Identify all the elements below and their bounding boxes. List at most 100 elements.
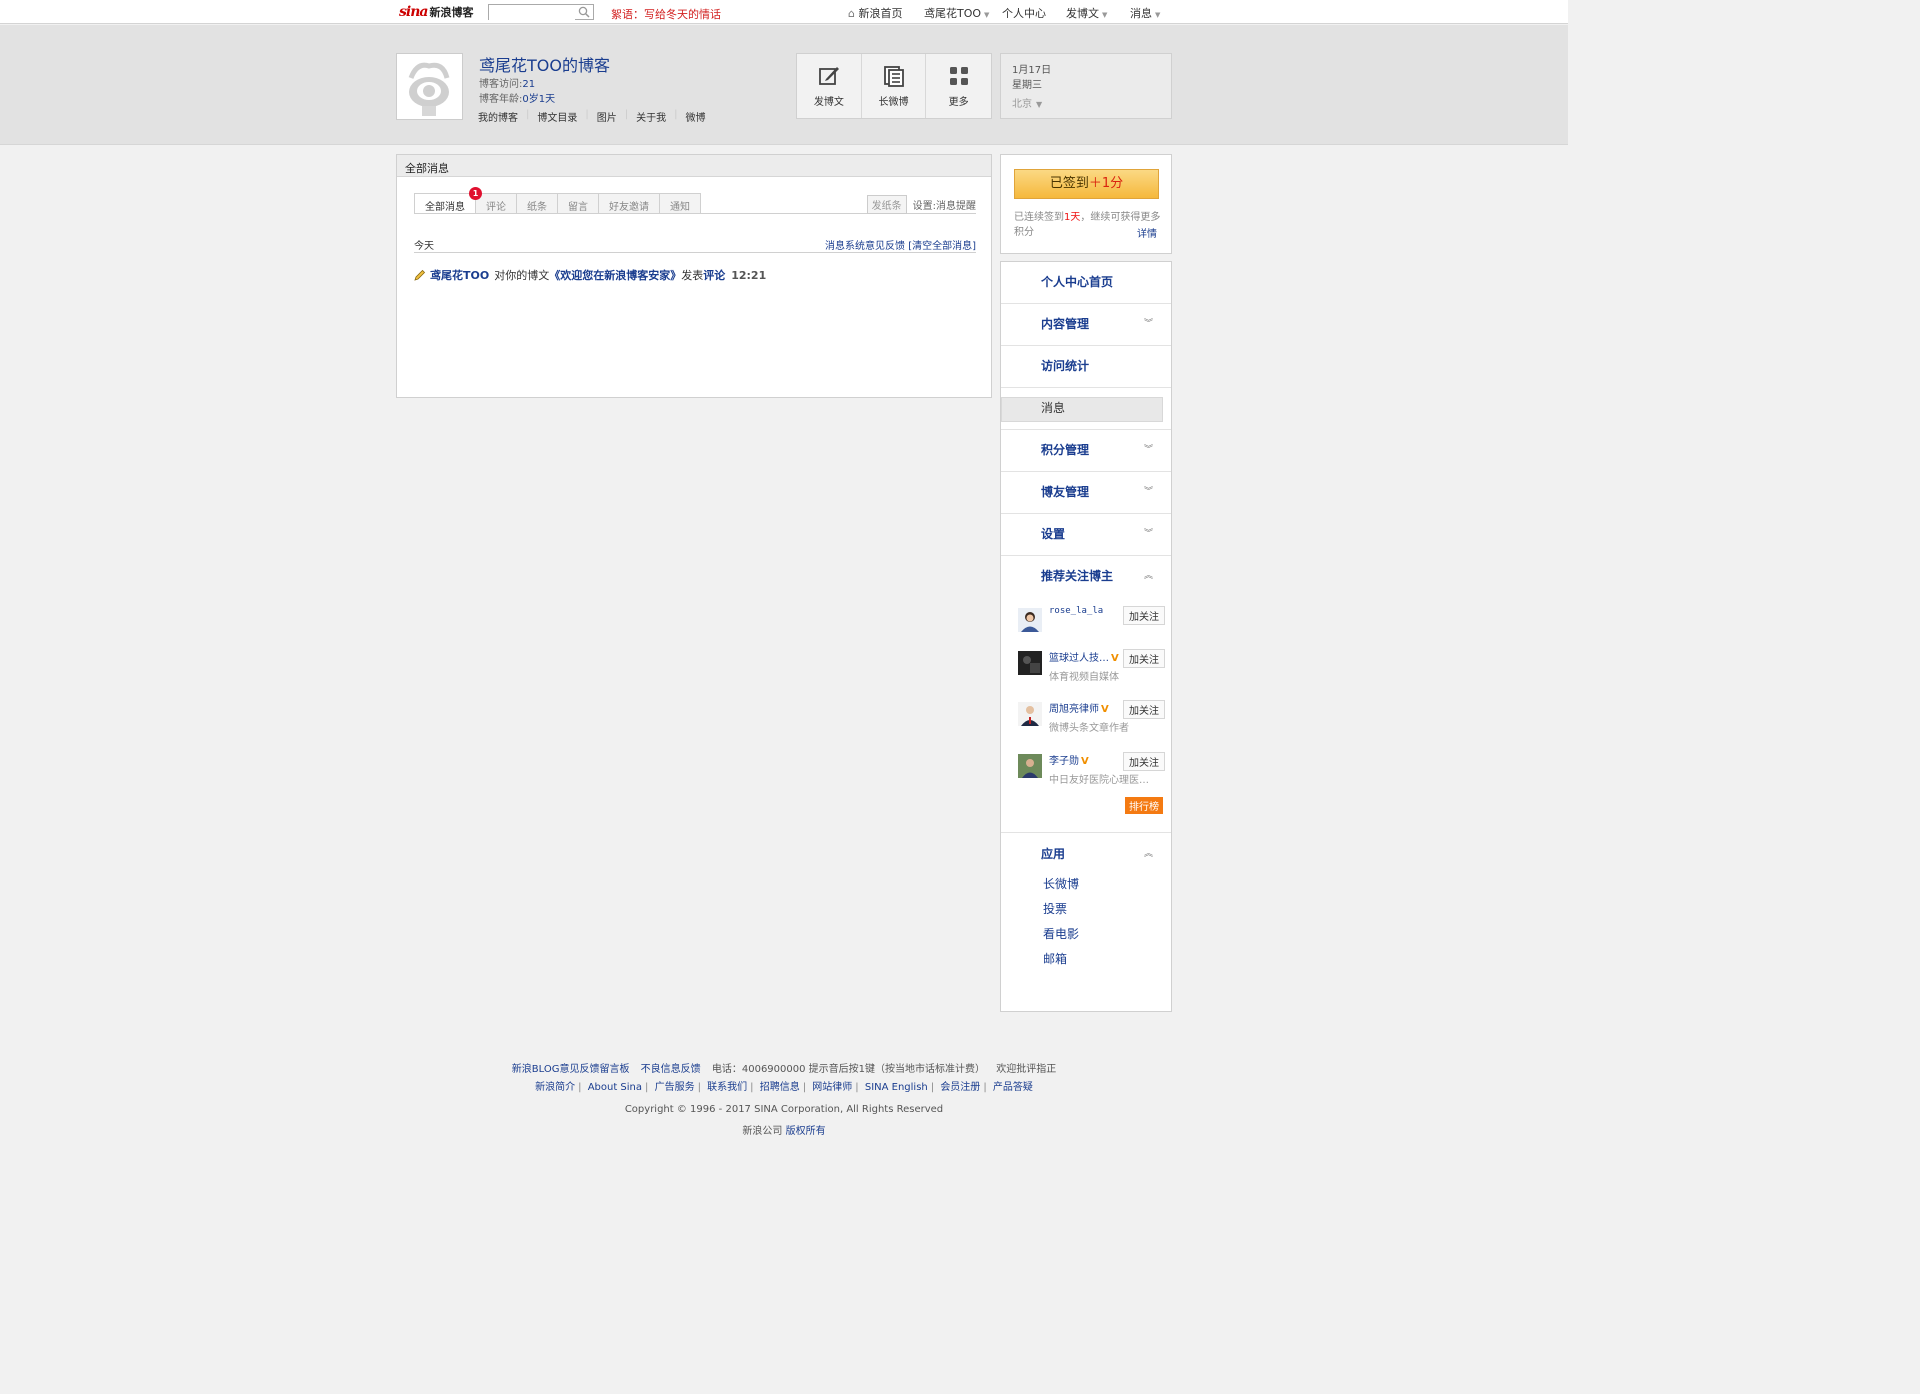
avatar[interactable] bbox=[396, 53, 463, 120]
write-post-button[interactable]: 发博文 bbox=[797, 54, 862, 118]
more-button[interactable]: 更多 bbox=[926, 54, 991, 118]
recommend-item: rose_la_la 加关注 bbox=[1015, 606, 1165, 636]
chevron-down-icon: ︾ bbox=[1143, 319, 1153, 329]
menu-settings[interactable]: 设置 ︾ bbox=[1001, 514, 1171, 556]
long-weibo-label: 长微博 bbox=[878, 97, 909, 108]
footer-link[interactable]: 招聘信息 bbox=[760, 1082, 800, 1093]
follow-button[interactable]: 加关注 bbox=[1123, 606, 1165, 625]
signin-days: 1天 bbox=[1064, 212, 1081, 223]
recommend-item: 李子勋 V 中日友好医院心理医… 加关注 bbox=[1015, 752, 1165, 786]
tab-friend-invites[interactable]: 好友邀请 bbox=[598, 193, 660, 214]
follow-button[interactable]: 加关注 bbox=[1123, 649, 1165, 668]
message-article-link[interactable]: 《欢迎您在新浪博客安家》 bbox=[549, 267, 681, 283]
menu-visit-stats[interactable]: 访问统计 bbox=[1001, 346, 1171, 388]
message-comment-link[interactable]: 评论 bbox=[703, 267, 725, 283]
footer-link[interactable]: 会员注册 bbox=[940, 1082, 980, 1093]
blogger-name-text: 李子勋 bbox=[1049, 756, 1079, 767]
reminder-settings-link[interactable]: 设置:消息提醒 bbox=[913, 197, 976, 212]
blog-title[interactable]: 鸢尾花TOO的博客 bbox=[479, 52, 610, 76]
dropdown-arrow-icon: ▼ bbox=[1036, 100, 1043, 109]
nav-home-label: 新浪首页 bbox=[858, 7, 903, 20]
menu-personal-center[interactable]: 个人中心首页 bbox=[1001, 262, 1171, 304]
sina-blog-logo[interactable]: sina 新浪博客 bbox=[399, 3, 473, 21]
footer-link[interactable]: 广告服务 bbox=[655, 1082, 695, 1093]
footer-line-1: 新浪BLOG意见反馈留言板 不良信息反馈 电话：4006900000 提示音后按… bbox=[0, 1060, 1568, 1075]
chevron-down-icon: ︾ bbox=[1143, 487, 1153, 497]
footer-link[interactable]: SINA English bbox=[865, 1082, 928, 1093]
tab-notifications[interactable]: 通知 bbox=[659, 193, 701, 214]
blogger-name[interactable]: 篮球过人技… V bbox=[1049, 649, 1119, 664]
app-vote[interactable]: 投票 bbox=[1043, 900, 1067, 917]
search-box bbox=[488, 4, 594, 20]
footer-feedback-board[interactable]: 新浪BLOG意见反馈留言板 bbox=[512, 1064, 630, 1075]
blogger-name[interactable]: 周旭亮律师 V bbox=[1049, 700, 1109, 715]
signin-details-link[interactable]: 详情 bbox=[1137, 225, 1157, 240]
nav-user[interactable]: 鸢尾花TOO ▼ bbox=[924, 5, 989, 21]
menu-recommend[interactable]: 推荐关注博主 ︽ bbox=[1001, 556, 1171, 598]
subnav-about[interactable]: 关于我 bbox=[636, 109, 666, 124]
chevron-up-icon: ︽ bbox=[1143, 849, 1153, 859]
footer-link[interactable]: About Sina bbox=[588, 1082, 642, 1093]
top-bar: sina 新浪博客 絮语：写给冬天的情话 ⌂ 新浪首页 鸢尾花TOO ▼ 个人中心… bbox=[0, 0, 1568, 24]
long-weibo-button[interactable]: 长微博 bbox=[862, 54, 927, 118]
footer-link[interactable]: 网站律师 bbox=[812, 1082, 852, 1093]
search-icon[interactable] bbox=[578, 6, 590, 18]
signin-button[interactable]: 已签到＋1分 bbox=[1014, 169, 1159, 199]
message-user-link[interactable]: 鸢尾花TOO bbox=[430, 267, 489, 283]
message-text-1: 对你的博文 bbox=[494, 269, 550, 282]
app-long-weibo[interactable]: 长微博 bbox=[1043, 875, 1079, 892]
footer-rights-link[interactable]: 版权所有 bbox=[786, 1126, 826, 1137]
nav-post[interactable]: 发博文 ▼ bbox=[1066, 5, 1107, 21]
blogger-avatar[interactable] bbox=[1018, 702, 1042, 726]
menu-apps[interactable]: 应用 ︽ bbox=[1001, 834, 1171, 876]
blogger-avatar[interactable] bbox=[1018, 651, 1042, 675]
footer-link[interactable]: 产品答疑 bbox=[993, 1082, 1033, 1093]
dropdown-arrow-icon: ▼ bbox=[984, 11, 990, 19]
tab-all-messages[interactable]: 全部消息 1 bbox=[414, 187, 482, 214]
footer-link[interactable]: 新浪简介 bbox=[535, 1082, 575, 1093]
date-weather: 1月17日 星期三 北京 ▼ bbox=[1000, 53, 1172, 119]
follow-button[interactable]: 加关注 bbox=[1123, 752, 1165, 771]
follow-button[interactable]: 加关注 bbox=[1123, 700, 1165, 719]
blogger-name[interactable]: rose_la_la bbox=[1049, 606, 1103, 616]
menu-messages[interactable]: 消息 bbox=[1001, 388, 1171, 430]
recommend-item: 周旭亮律师 V 微博头条文章作者 加关注 bbox=[1015, 700, 1165, 734]
blogger-name[interactable]: 李子勋 V bbox=[1049, 752, 1089, 767]
menu-settings-label: 设置 bbox=[1041, 527, 1066, 541]
day-label: 今天 bbox=[414, 241, 434, 252]
clear-all-link[interactable]: [清空全部消息] bbox=[908, 241, 976, 252]
app-movies[interactable]: 看电影 bbox=[1043, 925, 1079, 942]
nav-messages[interactable]: 消息 ▼ bbox=[1130, 5, 1160, 21]
subnav-articles[interactable]: 博文目录 bbox=[537, 109, 577, 124]
home-icon: ⌂ bbox=[848, 7, 855, 20]
slogan-link[interactable]: 絮语：写给冬天的情话 bbox=[611, 6, 721, 22]
footer-link[interactable]: 联系我们 bbox=[707, 1082, 747, 1093]
menu-content-label: 内容管理 bbox=[1041, 317, 1090, 331]
ranking-button[interactable]: 排行榜 bbox=[1125, 797, 1163, 814]
city-selector[interactable]: 北京 ▼ bbox=[1012, 97, 1160, 112]
blogger-avatar[interactable] bbox=[1018, 608, 1042, 632]
day-actions: 消息系统意见反馈 [清空全部消息] bbox=[825, 237, 976, 252]
footer-phone: 电话：4006900000 提示音后按1键（按当地市话标准计费） bbox=[711, 1064, 986, 1075]
nav-home[interactable]: ⌂ 新浪首页 bbox=[848, 5, 902, 21]
menu-points[interactable]: 积分管理 ︾ bbox=[1001, 430, 1171, 472]
verified-v-icon: V bbox=[1111, 653, 1119, 664]
dropdown-arrow-icon: ▼ bbox=[1155, 11, 1161, 19]
age-value: 0岁1天 bbox=[522, 94, 556, 105]
subnav-photos[interactable]: 图片 bbox=[597, 109, 617, 124]
messages-panel: 全部消息 全部消息 1 评论 纸条 留言 好友邀请 通知 发纸条 设置:消息提醒… bbox=[396, 154, 992, 398]
menu-content-management[interactable]: 内容管理 ︾ bbox=[1001, 304, 1171, 346]
tab-guestbook[interactable]: 留言 bbox=[557, 193, 599, 214]
app-mail[interactable]: 邮箱 bbox=[1043, 950, 1067, 967]
blogger-avatar[interactable] bbox=[1018, 754, 1042, 778]
feedback-link[interactable]: 消息系统意见反馈 bbox=[825, 241, 905, 252]
subnav-weibo[interactable]: 微博 bbox=[686, 109, 706, 124]
menu-friends[interactable]: 博友管理 ︾ bbox=[1001, 472, 1171, 514]
footer-report[interactable]: 不良信息反馈 bbox=[641, 1064, 701, 1075]
send-note-button[interactable]: 发纸条 bbox=[866, 195, 907, 214]
nav-center[interactable]: 个人中心 bbox=[1002, 5, 1046, 21]
tab-notes[interactable]: 纸条 bbox=[516, 193, 558, 214]
subnav-my-blog[interactable]: 我的博客 bbox=[478, 109, 518, 124]
nav-messages-label: 消息 bbox=[1130, 7, 1152, 20]
search-input[interactable] bbox=[489, 5, 575, 20]
